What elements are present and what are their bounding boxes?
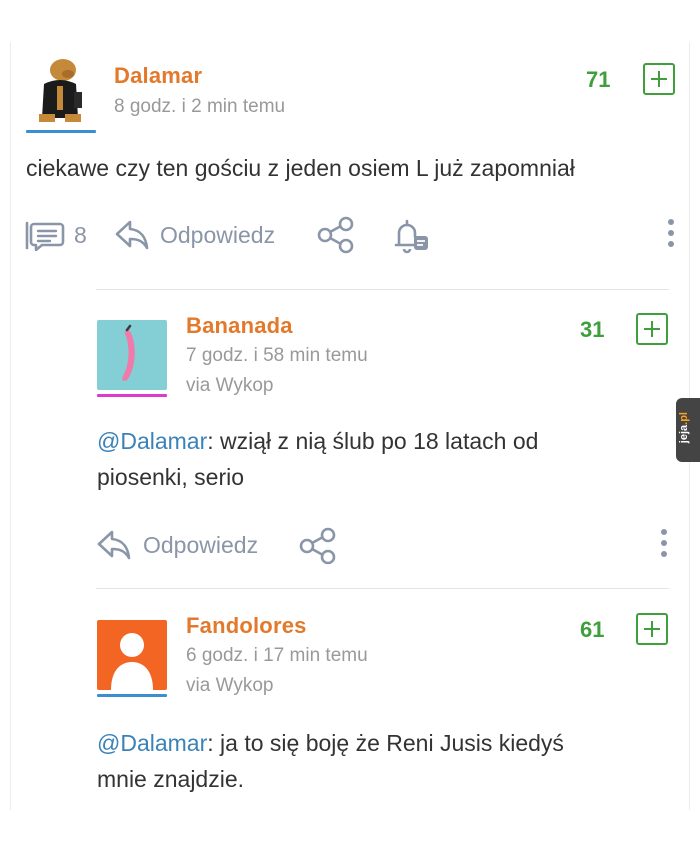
comments-count[interactable]: 8: [74, 222, 87, 249]
avatar-underline: [97, 694, 167, 697]
comment-text: : wziął z nią ślub po 18 latach od: [207, 428, 539, 454]
via-source[interactable]: via Wykop: [186, 375, 273, 397]
more-icon[interactable]: [661, 529, 667, 562]
watermark-text: jeja: [678, 424, 690, 444]
vote-score: 61: [580, 617, 605, 642]
timestamp[interactable]: 8 godz. i 2 min temu: [114, 96, 285, 118]
reply-icon[interactable]: [96, 528, 132, 567]
avatar-underline: [97, 394, 167, 397]
share-icon[interactable]: [298, 527, 338, 570]
mention-link[interactable]: @Dalamar: [97, 730, 207, 756]
default-avatar-icon[interactable]: [97, 620, 167, 690]
avatar[interactable]: [30, 56, 90, 126]
top-strip: [0, 0, 700, 42]
divider: [96, 289, 669, 290]
username[interactable]: Fandolores: [186, 613, 307, 639]
comment-text: : ja to się boję że Reni Jusis kiedyś: [207, 730, 564, 756]
comment-body: ciekawe czy ten gościu z jeden osiem L j…: [26, 155, 575, 181]
comment-text: mnie znajdzie.: [97, 766, 245, 792]
comments-icon[interactable]: [24, 221, 66, 256]
timestamp[interactable]: 6 godz. i 17 min temu: [186, 645, 368, 667]
share-icon[interactable]: [316, 216, 356, 259]
comment-body: @Dalamar: ja to się boję że Reni Jusis k…: [97, 725, 667, 797]
plus-icon[interactable]: [636, 613, 668, 645]
timestamp[interactable]: 7 godz. i 58 min temu: [186, 345, 368, 367]
avatar[interactable]: [97, 320, 167, 390]
bottom-strip: [0, 810, 700, 861]
watermark-logo: jeja.pl: [678, 412, 698, 443]
reply-icon[interactable]: [114, 218, 150, 257]
mention-link[interactable]: @Dalamar: [97, 428, 207, 454]
watermark-domain: .pl: [678, 412, 690, 425]
reply-button[interactable]: Odpowiedz: [143, 532, 258, 559]
bell-icon[interactable]: [390, 215, 430, 260]
divider: [96, 588, 669, 589]
comment-body: @Dalamar: wziął z nią ślub po 18 latach …: [97, 423, 667, 495]
via-source[interactable]: via Wykop: [186, 675, 273, 697]
plus-icon[interactable]: [636, 313, 668, 345]
avatar-underline: [26, 130, 96, 133]
more-icon[interactable]: [668, 219, 674, 252]
username[interactable]: Bananada: [186, 313, 293, 339]
reply-button[interactable]: Odpowiedz: [160, 222, 275, 249]
comment-text: piosenki, serio: [97, 464, 245, 490]
vote-score: 31: [580, 317, 605, 342]
username[interactable]: Dalamar: [114, 63, 202, 89]
plus-icon[interactable]: [643, 63, 675, 95]
vote-score: 71: [586, 67, 611, 92]
